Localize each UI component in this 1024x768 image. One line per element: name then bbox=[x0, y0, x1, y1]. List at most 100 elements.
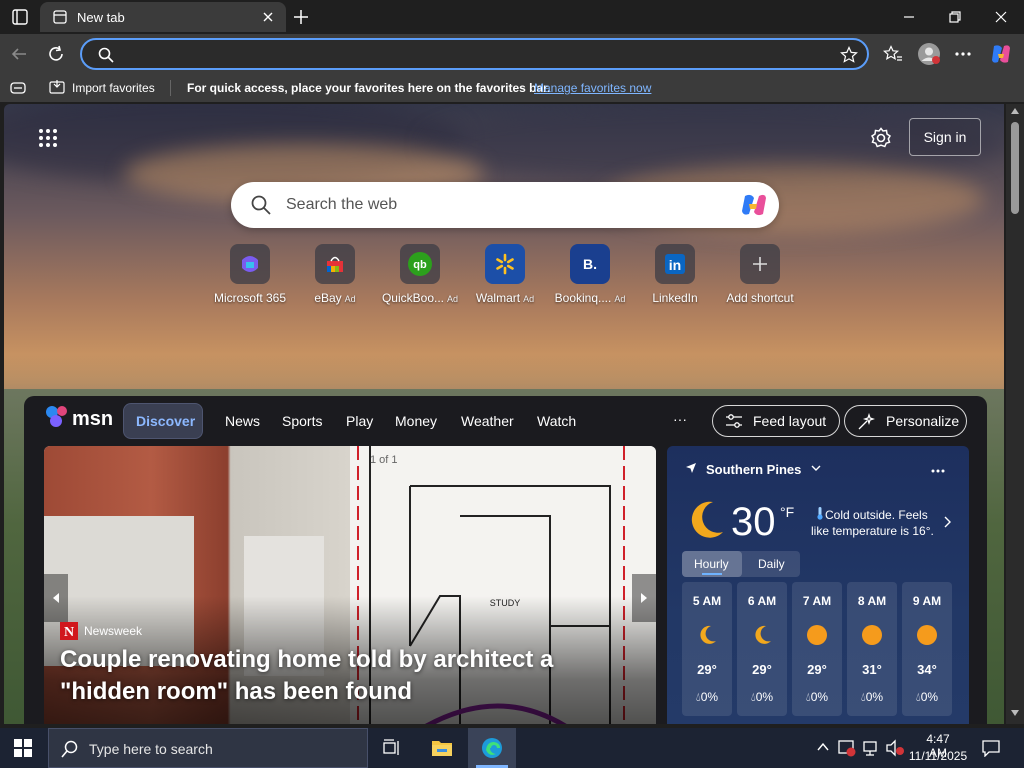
copilot-icon[interactable] bbox=[989, 42, 1013, 66]
moon-icon bbox=[683, 498, 727, 542]
shortcut-linkedin[interactable]: in LinkedIn bbox=[632, 244, 718, 305]
svg-text:N: N bbox=[64, 625, 74, 640]
forecast-temp: 29° bbox=[697, 662, 717, 677]
weather-card[interactable]: Southern Pines 30 °F Cold outside. Feels… bbox=[667, 446, 969, 724]
favorite-star-icon[interactable] bbox=[840, 46, 858, 64]
new-tab-button[interactable] bbox=[292, 8, 310, 26]
tab-play[interactable]: Play bbox=[346, 413, 373, 429]
booking-icon: B. bbox=[570, 244, 610, 284]
restore-button[interactable] bbox=[932, 0, 978, 34]
ad-badge: Ad bbox=[344, 294, 356, 304]
task-view-icon[interactable] bbox=[383, 739, 401, 757]
chevron-down-icon[interactable] bbox=[811, 465, 821, 472]
shortcut-booking[interactable]: B. Bookinq.... Ad bbox=[547, 244, 633, 305]
favorites-bar: Import favorites For quick access, place… bbox=[0, 74, 1024, 102]
tab-news[interactable]: News bbox=[225, 413, 260, 429]
walmart-icon bbox=[485, 244, 525, 284]
weather-more-icon[interactable] bbox=[931, 469, 945, 473]
hero-headline[interactable]: Couple renovating home told by architect… bbox=[60, 644, 650, 708]
sign-in-button[interactable]: Sign in bbox=[909, 118, 981, 156]
close-window-button[interactable] bbox=[978, 0, 1024, 34]
add-shortcut-button[interactable]: Add shortcut bbox=[717, 244, 803, 305]
profile-avatar[interactable] bbox=[917, 42, 941, 66]
tab-active-indicator bbox=[702, 573, 722, 575]
shortcut-ebay[interactable]: eBay Ad bbox=[292, 244, 378, 305]
shortcut-label: QuickBoo... bbox=[381, 291, 444, 305]
personalize-button[interactable]: Personalize bbox=[844, 405, 967, 437]
copilot-search-icon[interactable] bbox=[739, 191, 769, 219]
forecast-time: 6 AM bbox=[747, 594, 777, 608]
scroll-down-icon[interactable] bbox=[1011, 710, 1019, 716]
search-placeholder: Search the web bbox=[286, 196, 398, 213]
sun-icon bbox=[861, 624, 883, 646]
sliders-icon bbox=[725, 413, 743, 429]
svg-text:qb: qb bbox=[413, 259, 427, 271]
more-tabs-button[interactable]: ··· bbox=[673, 411, 687, 427]
tab-daily[interactable]: Daily bbox=[758, 557, 785, 571]
ad-badge: Ad bbox=[447, 294, 459, 304]
weather-summary[interactable]: Cold outside. Feels like temperature is … bbox=[811, 507, 946, 539]
windows-security-icon[interactable] bbox=[838, 739, 856, 757]
notifications-icon[interactable] bbox=[982, 739, 1000, 757]
tab-actions-icon[interactable] bbox=[12, 9, 28, 25]
address-bar[interactable] bbox=[80, 38, 869, 70]
shortcut-walmart[interactable]: Walmart Ad bbox=[462, 244, 548, 305]
taskbar-search-box[interactable]: Type here to search bbox=[48, 728, 368, 768]
close-tab-icon[interactable] bbox=[262, 11, 274, 23]
web-search-box[interactable]: Search the web bbox=[231, 182, 779, 228]
shortcut-microsoft-365[interactable]: Microsoft 365 bbox=[207, 244, 293, 305]
ad-badge: Ad bbox=[523, 294, 535, 304]
msn-feed: msn Discover News Sports Play Money Weat… bbox=[24, 396, 987, 724]
tab-discover[interactable]: Discover bbox=[123, 403, 203, 439]
shortcut-quickbooks[interactable]: qb QuickBoo... Ad bbox=[377, 244, 463, 305]
import-favorites-button[interactable]: Import favorites bbox=[72, 81, 155, 95]
windows-start-icon[interactable] bbox=[14, 739, 32, 757]
tab-new-tab[interactable]: New tab bbox=[40, 2, 286, 32]
back-icon[interactable] bbox=[10, 45, 28, 63]
hourly-forecast-card[interactable]: 6 AM 29° 💧︎0% bbox=[737, 582, 787, 716]
network-icon[interactable] bbox=[862, 739, 880, 757]
hourly-forecast-card[interactable]: 7 AM 29° 💧︎0% bbox=[792, 582, 842, 716]
forecast-time: 8 AM bbox=[857, 594, 887, 608]
edge-taskbar-button[interactable] bbox=[468, 728, 516, 768]
file-explorer-icon[interactable] bbox=[431, 738, 453, 758]
show-hidden-icons[interactable] bbox=[817, 743, 829, 751]
temperature-unit: °F bbox=[780, 504, 795, 520]
scroll-up-icon[interactable] bbox=[1011, 108, 1019, 114]
hourly-forecast-card[interactable]: 9 AM 34° 💧︎0% bbox=[902, 582, 952, 716]
new-tab-page: Sign in Search the web Microsoft 365 eBa… bbox=[4, 104, 1004, 724]
tab-watch[interactable]: Watch bbox=[537, 413, 576, 429]
refresh-icon[interactable] bbox=[46, 44, 66, 64]
favorites-icon[interactable] bbox=[883, 45, 903, 63]
msn-logo-icon[interactable] bbox=[44, 404, 72, 430]
page-scrollbar[interactable] bbox=[1006, 104, 1024, 724]
settings-more-icon[interactable] bbox=[955, 52, 971, 56]
weather-location[interactable]: Southern Pines bbox=[706, 462, 801, 477]
hero-story-card[interactable]: STUDY 1 of 1 N Newsweek Couple renovatin… bbox=[44, 446, 656, 724]
forecast-temp: 29° bbox=[807, 662, 827, 677]
taskbar-clock-date[interactable]: 11/11/2025 bbox=[905, 749, 971, 763]
forecast-precip-value: 0% bbox=[700, 690, 719, 704]
collections-icon[interactable] bbox=[10, 81, 26, 95]
apps-launcher-icon[interactable] bbox=[38, 128, 58, 148]
hero-source[interactable]: Newsweek bbox=[84, 624, 142, 638]
import-favorites-icon bbox=[49, 79, 67, 95]
msn-brand[interactable]: msn bbox=[72, 408, 113, 431]
scrollbar-thumb[interactable] bbox=[1011, 122, 1019, 214]
tab-hourly[interactable]: Hourly bbox=[682, 551, 742, 577]
hourly-forecast-card[interactable]: 5 AM 29° 💧︎0% bbox=[682, 582, 732, 716]
sun-icon bbox=[916, 624, 938, 646]
tab-sports[interactable]: Sports bbox=[282, 413, 322, 429]
tab-money[interactable]: Money bbox=[395, 413, 437, 429]
volume-muted-icon[interactable] bbox=[885, 739, 905, 757]
moon-icon bbox=[751, 624, 773, 646]
feed-layout-button[interactable]: Feed layout bbox=[712, 405, 840, 437]
shortcut-label: Bookinq.... bbox=[554, 291, 612, 305]
minimize-button[interactable] bbox=[886, 0, 932, 34]
forecast-precip-value: 0% bbox=[920, 690, 939, 704]
hourly-forecast-card[interactable]: 8 AM 31° 💧︎0% bbox=[847, 582, 897, 716]
tab-weather[interactable]: Weather bbox=[461, 413, 514, 429]
chevron-right-icon[interactable] bbox=[944, 516, 951, 528]
manage-favorites-link[interactable]: Manage favorites now bbox=[534, 81, 651, 95]
page-settings-icon[interactable] bbox=[870, 127, 892, 149]
